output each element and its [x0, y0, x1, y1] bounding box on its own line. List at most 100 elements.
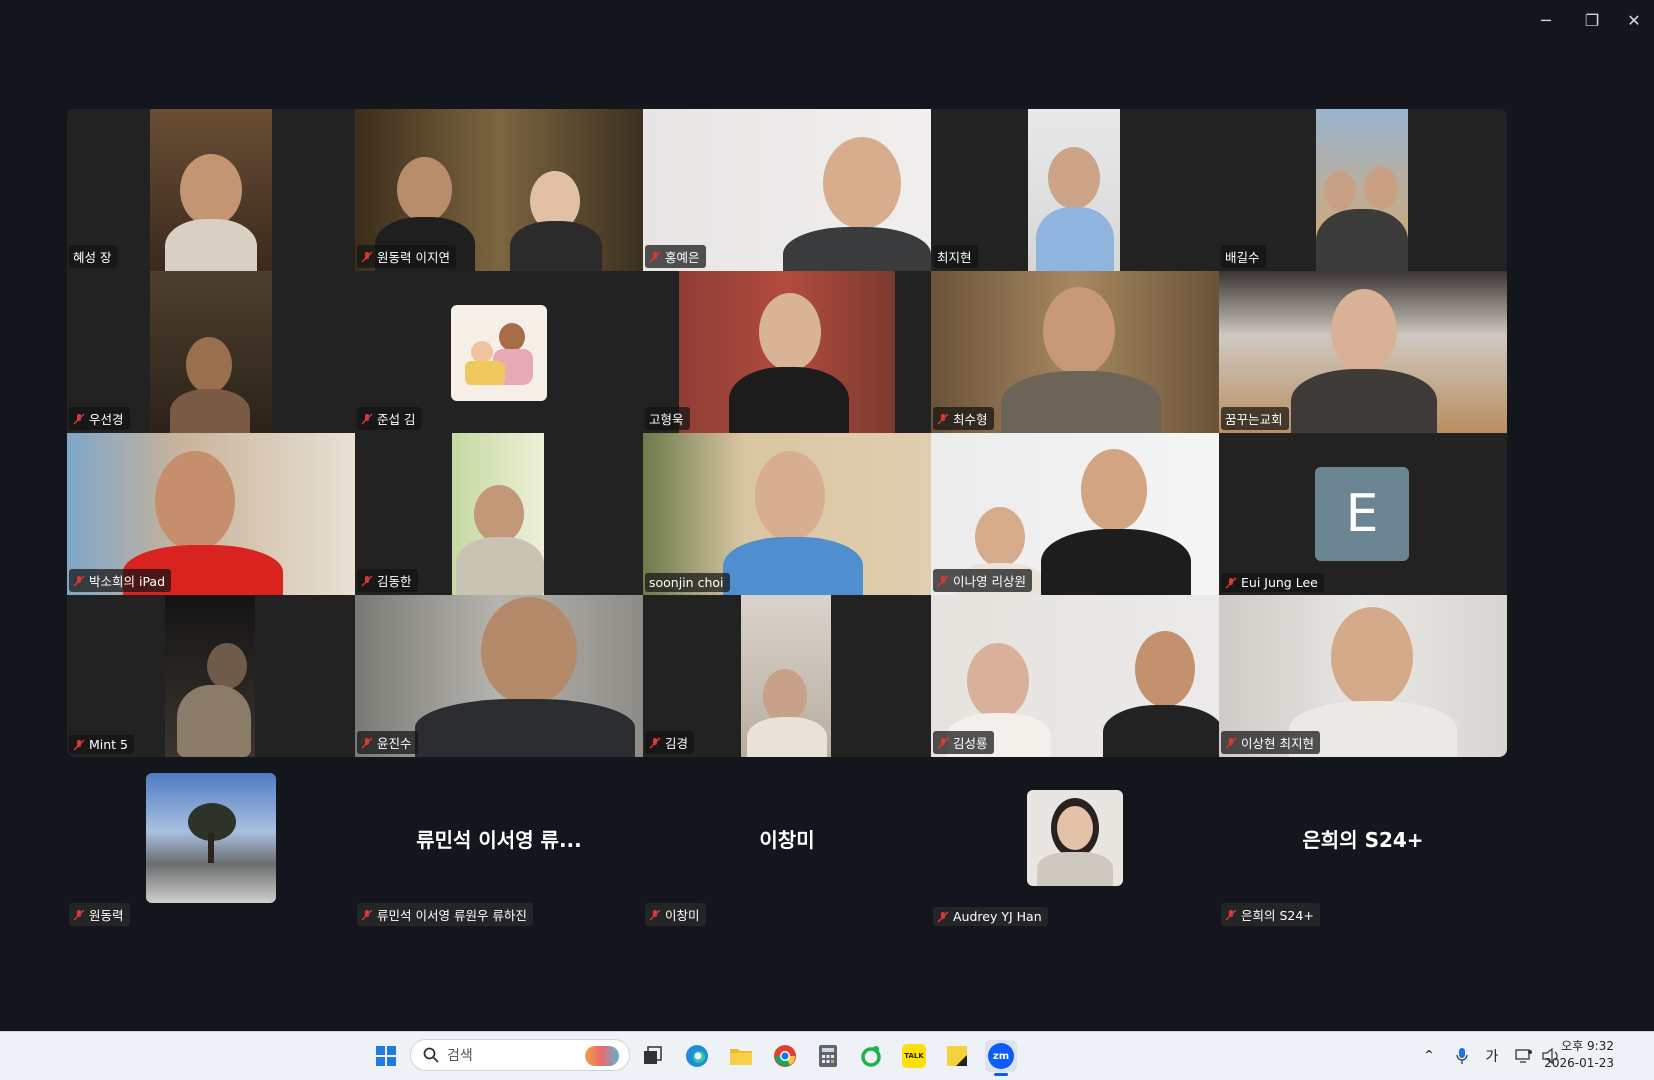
start-icon — [376, 1046, 396, 1066]
name-tag: 배길수 — [1221, 245, 1266, 268]
naver-whale-button[interactable] — [855, 1040, 887, 1072]
name-tag: 김동한 — [357, 569, 418, 592]
muted-mic-icon — [649, 251, 661, 262]
participant-tile[interactable]: 이창미 이창미 — [643, 770, 931, 926]
chrome-button[interactable] — [769, 1040, 801, 1072]
participant-tile[interactable]: 은희의 S24+ 은희의 S24+ — [1219, 770, 1507, 926]
participant-tile[interactable]: 김경 — [643, 595, 931, 757]
show-hidden-icons-button[interactable]: ⌃ — [1416, 1044, 1442, 1068]
muted-mic-icon — [937, 575, 949, 586]
calculator-button[interactable] — [812, 1040, 844, 1072]
participant-tile[interactable]: soonjin choi — [643, 433, 931, 595]
muted-mic-icon — [937, 413, 949, 424]
non-video-participants: 원동력 류민석 이서영 류... 류민석 이서영 류원우 류하진 이창미 이창미… — [67, 770, 1507, 926]
clock-date: 2026-01-23 — [1544, 1056, 1614, 1070]
display-name: 류민석 이서영 류... — [416, 828, 582, 852]
participant-tile[interactable]: 원동력 이지연 — [355, 109, 643, 271]
participant-video — [643, 433, 931, 595]
microphone-icon — [1456, 1048, 1468, 1064]
participant-tile[interactable]: 류민석 이서영 류... 류민석 이서영 류원우 류하진 — [355, 770, 643, 926]
clock[interactable]: 오후 9:32 2026-01-23 — [1544, 1038, 1614, 1072]
participant-tile[interactable]: 혜성 장 — [67, 109, 355, 271]
name-tag: 준섭 김 — [357, 407, 422, 430]
participant-tile[interactable]: Audrey YJ Han — [931, 770, 1219, 926]
participant-tile[interactable]: 홍예은 — [643, 109, 931, 271]
minimize-button[interactable]: ─ — [1526, 8, 1566, 32]
participant-video — [1316, 109, 1408, 271]
name-tag: 박소희의 iPad — [69, 569, 172, 592]
name-tag: soonjin choi — [645, 573, 730, 592]
active-app-indicator — [994, 1073, 1008, 1076]
name-tag: 이나영 리상원 — [933, 569, 1032, 592]
profile-picture — [1027, 790, 1123, 886]
close-button[interactable]: ✕ — [1614, 8, 1654, 32]
muted-mic-icon — [1225, 909, 1237, 920]
name-tag: 홍예은 — [645, 245, 706, 268]
participant-tile-active-speaker[interactable]: 꿈꾸는교회 — [1219, 271, 1507, 433]
participant-video — [741, 595, 831, 757]
participant-tile[interactable]: 최지현 — [931, 109, 1219, 271]
file-explorer-button[interactable] — [725, 1040, 757, 1072]
muted-mic-icon — [1225, 577, 1237, 588]
zoom-icon: zm — [988, 1043, 1014, 1069]
participant-tile[interactable]: 원동력 — [67, 770, 355, 926]
close-icon: ✕ — [1627, 10, 1641, 30]
participant-tile[interactable]: 김동한 — [355, 433, 643, 595]
sticky-notes-icon — [947, 1046, 967, 1066]
participant-tile[interactable]: 최수형 — [931, 271, 1219, 433]
naver-whale-icon — [861, 1046, 881, 1067]
muted-mic-icon — [1225, 737, 1237, 748]
participant-tile[interactable]: 이상현 최지현 — [1219, 595, 1507, 757]
muted-mic-icon — [73, 739, 85, 750]
calculator-icon — [819, 1045, 837, 1067]
zoom-button[interactable]: zm — [985, 1040, 1017, 1076]
name-tag: Eui Jung Lee — [1221, 573, 1324, 592]
microphone-button[interactable] — [1449, 1044, 1475, 1068]
participant-video — [150, 271, 272, 433]
taskbar-search[interactable]: 검색 — [410, 1039, 630, 1071]
profile-picture — [146, 773, 276, 903]
name-tag: 은희의 S24+ — [1221, 903, 1320, 926]
muted-mic-icon — [649, 909, 661, 920]
muted-mic-icon — [937, 737, 949, 748]
sticky-notes-button[interactable] — [941, 1040, 973, 1072]
edge-button[interactable] — [681, 1040, 713, 1072]
name-tag: 이창미 — [645, 903, 706, 926]
participant-tile[interactable]: 이나영 리상원 — [931, 433, 1219, 595]
participant-video — [165, 595, 255, 757]
participant-tile[interactable]: 준섭 김 — [355, 271, 643, 433]
participant-tile[interactable]: Mint 5 — [67, 595, 355, 757]
participant-tile[interactable]: 배길수 — [1219, 109, 1507, 271]
participant-tile[interactable]: 박소희의 iPad — [67, 433, 355, 595]
participant-video — [679, 271, 895, 433]
network-icon — [1515, 1049, 1532, 1063]
kakaotalk-button[interactable]: TALK — [898, 1040, 930, 1072]
minimize-icon: ─ — [1541, 10, 1551, 30]
name-tag: 류민석 이서영 류원우 류하진 — [357, 903, 533, 926]
search-icon — [423, 1047, 439, 1063]
task-view-icon — [644, 1046, 662, 1064]
participant-tile[interactable]: 우선경 — [67, 271, 355, 433]
participant-tile[interactable]: 김성룡 — [931, 595, 1219, 757]
name-tag: 고형욱 — [645, 407, 690, 430]
muted-mic-icon — [649, 737, 661, 748]
display-name: 이창미 — [759, 828, 815, 852]
network-button[interactable] — [1511, 1044, 1537, 1068]
participant-tile[interactable]: 윤진수 — [355, 595, 643, 757]
muted-mic-icon — [361, 737, 373, 748]
participant-tile[interactable]: E Eui Jung Lee — [1219, 433, 1507, 595]
search-highlight-icon — [585, 1046, 619, 1066]
name-tag: Mint 5 — [69, 735, 135, 754]
start-button[interactable] — [370, 1040, 402, 1072]
restore-button[interactable]: ❐ — [1572, 8, 1612, 32]
name-tag: 꿈꾸는교회 — [1221, 407, 1289, 430]
input-method-button[interactable]: 가 — [1479, 1044, 1505, 1068]
participant-tile[interactable]: 고형욱 — [643, 271, 931, 433]
name-tag: 최지현 — [933, 245, 978, 268]
participant-video — [1028, 109, 1120, 271]
task-view-button[interactable] — [636, 1040, 668, 1072]
display-name: 은희의 S24+ — [1302, 828, 1424, 852]
muted-mic-icon — [937, 911, 949, 922]
chrome-icon — [774, 1045, 796, 1067]
name-tag: 원동력 이지연 — [357, 245, 456, 268]
